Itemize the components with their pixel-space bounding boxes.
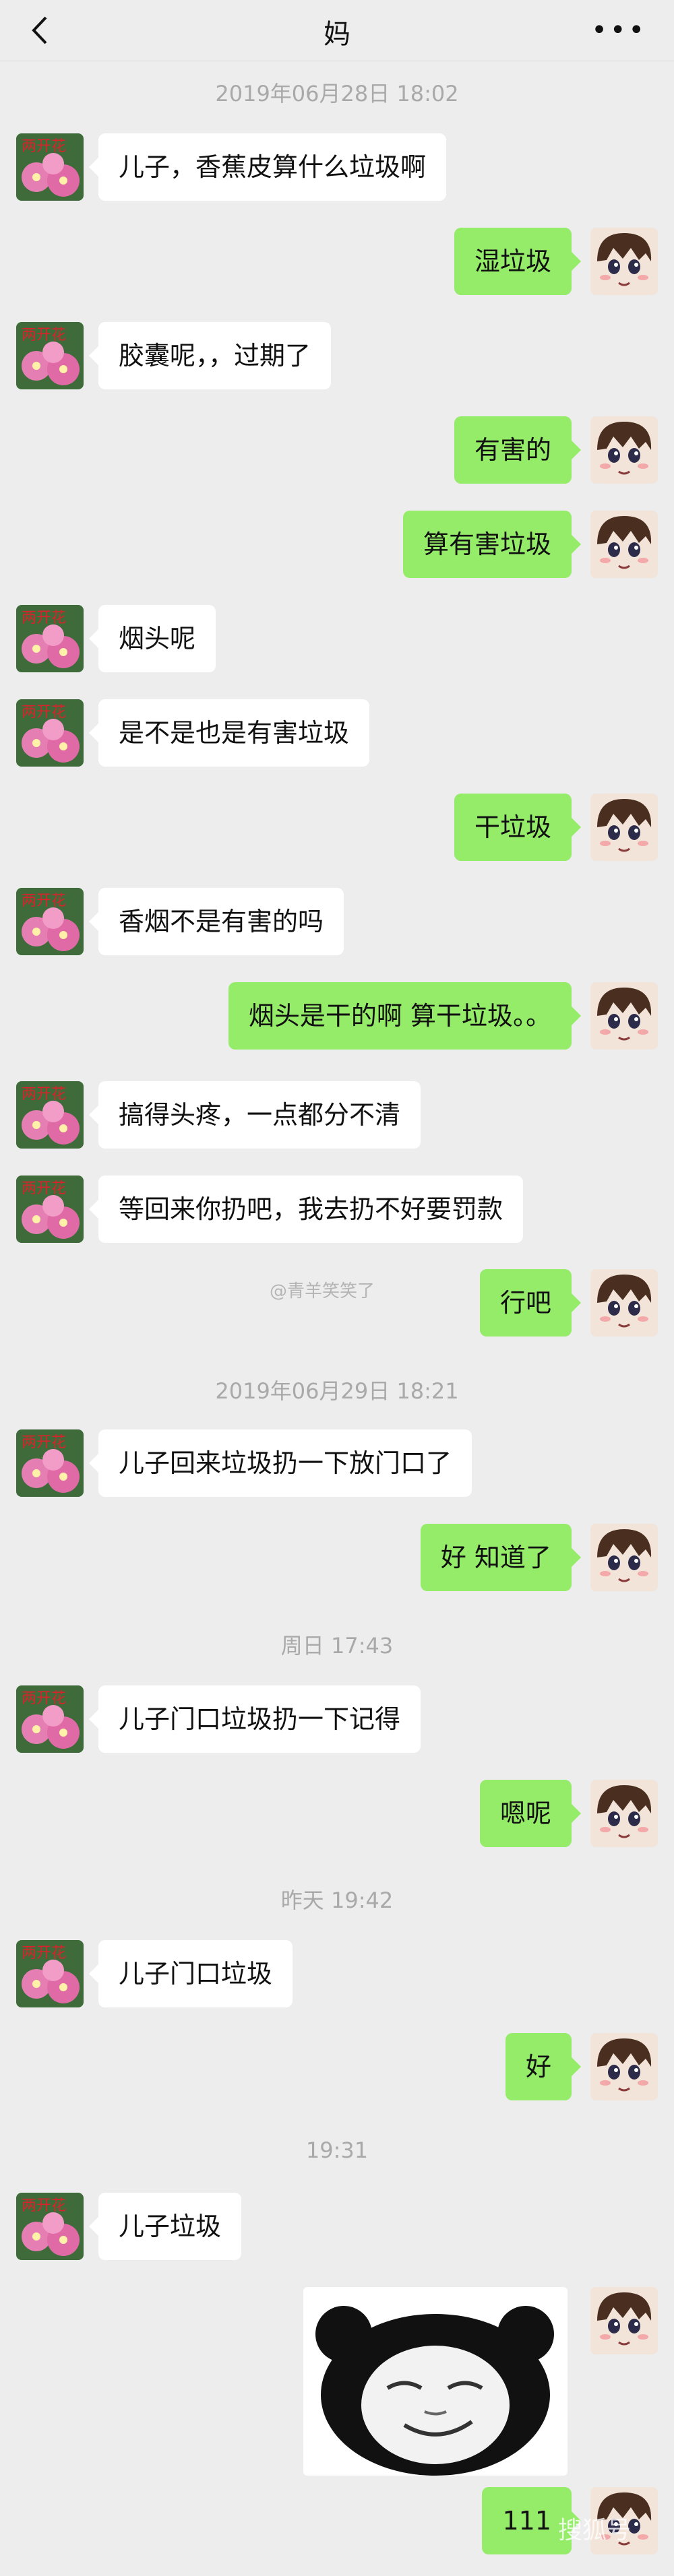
message-bubble-right: 算有害垃圾 [402, 511, 582, 578]
svg-text:两开花: 两开花 [22, 704, 66, 721]
message-bubble-right: 干垃圾 [454, 794, 582, 861]
svg-text:两开花: 两开花 [22, 1086, 66, 1103]
svg-text:两开花: 两开花 [22, 610, 66, 626]
son-avatar[interactable] [590, 794, 658, 861]
message-bubble-left: 儿子门口垃圾扔一下记得 [88, 1685, 421, 1753]
message-bubble-right: 有害的 [454, 416, 582, 484]
message-bubble-right: 湿垃圾 [454, 228, 582, 295]
timestamp: 昨天 19:42 [280, 1888, 394, 1913]
timestamp: 2019年06月28日 18:02 [215, 81, 459, 106]
message-bubble-left: 香烟不是有害的吗 [88, 888, 344, 955]
son-avatar[interactable] [590, 1780, 658, 1847]
more-options-icon[interactable]: ••• [591, 15, 647, 46]
mom-avatar[interactable]: 两开花 [16, 888, 84, 955]
son-avatar[interactable] [590, 1269, 658, 1337]
mom-avatar[interactable]: 两开花 [16, 1685, 84, 1753]
message-bubble-left: 烟头呢 [88, 605, 216, 672]
svg-text:两开花: 两开花 [22, 1434, 66, 1451]
svg-text:两开花: 两开花 [22, 1945, 66, 1962]
son-avatar[interactable] [590, 2033, 658, 2100]
mom-avatar[interactable]: 两开花 [16, 1081, 84, 1149]
svg-text:两开花: 两开花 [22, 327, 66, 344]
mom-avatar[interactable]: 两开花 [16, 322, 84, 389]
panda-meme-sticker[interactable]: ? [303, 2287, 568, 2476]
message-bubble-left: 儿子垃圾 [88, 2193, 242, 2260]
message-bubble-left: 儿子门口垃圾 [88, 1940, 293, 2007]
son-avatar[interactable] [590, 1524, 658, 1591]
mom-avatar[interactable]: 两开花 [16, 2193, 84, 2260]
mom-avatar[interactable]: 两开花 [16, 605, 84, 672]
message-bubble-left: 等回来你扔吧，我去扔不好要罚款 [88, 1176, 524, 1243]
chat-header: 妈 ••• [0, 0, 674, 61]
corner-watermark: 搜狐号 [558, 2517, 632, 2544]
message-bubble-right: 好 知道了 [420, 1524, 582, 1591]
message-bubble-right: 好 [505, 2033, 582, 2100]
mom-avatar[interactable]: 两开花 [16, 1940, 84, 2007]
message-bubble-left: 是不是也是有害垃圾 [88, 699, 370, 767]
son-avatar[interactable] [590, 982, 658, 1050]
son-avatar[interactable] [590, 416, 658, 484]
message-bubble-right: 行吧 [479, 1269, 582, 1337]
son-avatar[interactable] [590, 228, 658, 295]
chat-title: 妈 [324, 19, 350, 50]
message-bubble-right: 嗯呢 [479, 1780, 582, 1847]
mom-avatar[interactable]: 两开花 [16, 699, 84, 767]
mom-avatar[interactable]: 两开花 [16, 133, 84, 201]
message-bubble-right: 烟头是干的啊 算干垃圾。。 [228, 982, 582, 1050]
svg-text:两开花: 两开花 [22, 2197, 66, 2214]
mom-avatar[interactable]: 两开花 [16, 1176, 84, 1243]
svg-text:两开花: 两开花 [22, 1690, 66, 1707]
message-bubble-left: 儿子回来垃圾扔一下放门口了 [88, 1429, 472, 1497]
svg-text:?: ? [499, 2309, 528, 2366]
message-bubble-left: 搞得头疼，一点都分不清 [88, 1081, 421, 1149]
message-bubble-left: 儿子，香蕉皮算什么垃圾啊 [88, 133, 447, 201]
svg-text:两开花: 两开花 [22, 893, 66, 909]
son-avatar[interactable] [590, 511, 658, 578]
message-bubble-left: 胶囊呢，，过期了 [88, 322, 332, 389]
mom-avatar[interactable]: 两开花 [16, 1429, 84, 1497]
timestamp: 2019年06月29日 18:21 [215, 1378, 459, 1404]
son-avatar[interactable] [590, 2287, 658, 2354]
timestamp: 周日 17:43 [280, 1633, 394, 1659]
watermark-text: @青羊笑笑了 [270, 1281, 375, 1301]
svg-text:两开花: 两开花 [22, 1180, 66, 1197]
timestamp: 19:31 [305, 2137, 369, 2163]
svg-text:两开花: 两开花 [22, 138, 66, 155]
